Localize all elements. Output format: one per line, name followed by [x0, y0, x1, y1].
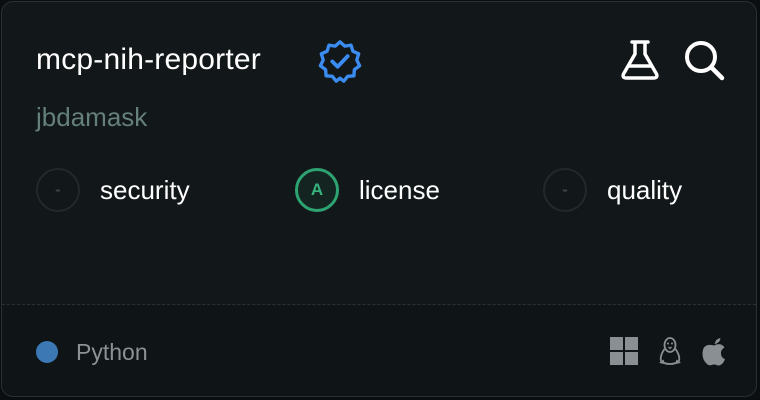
language-color-dot: [36, 341, 58, 363]
linux-icon: [659, 337, 681, 365]
score-license: A license: [295, 166, 440, 214]
score-label: license: [359, 174, 440, 205]
search-icon[interactable]: [682, 38, 726, 82]
score-quality: - quality: [543, 166, 682, 214]
score-label: security: [100, 174, 190, 205]
server-card[interactable]: mcp-nih-reporter jbdamask - security A l…: [1, 1, 757, 397]
score-security: - security: [36, 166, 190, 214]
score-badge: A: [295, 168, 339, 212]
card-footer: Python: [2, 305, 756, 396]
windows-icon: [610, 337, 638, 365]
server-title[interactable]: mcp-nih-reporter: [36, 40, 261, 80]
apple-icon: [702, 338, 725, 366]
owner-link[interactable]: jbdamask: [36, 99, 147, 135]
score-label: quality: [607, 174, 683, 205]
verified-badge-icon: [318, 40, 362, 83]
flask-icon[interactable]: [618, 38, 662, 82]
score-badge: -: [543, 168, 587, 212]
score-badge: -: [36, 168, 80, 212]
language-label: Python: [76, 339, 148, 365]
